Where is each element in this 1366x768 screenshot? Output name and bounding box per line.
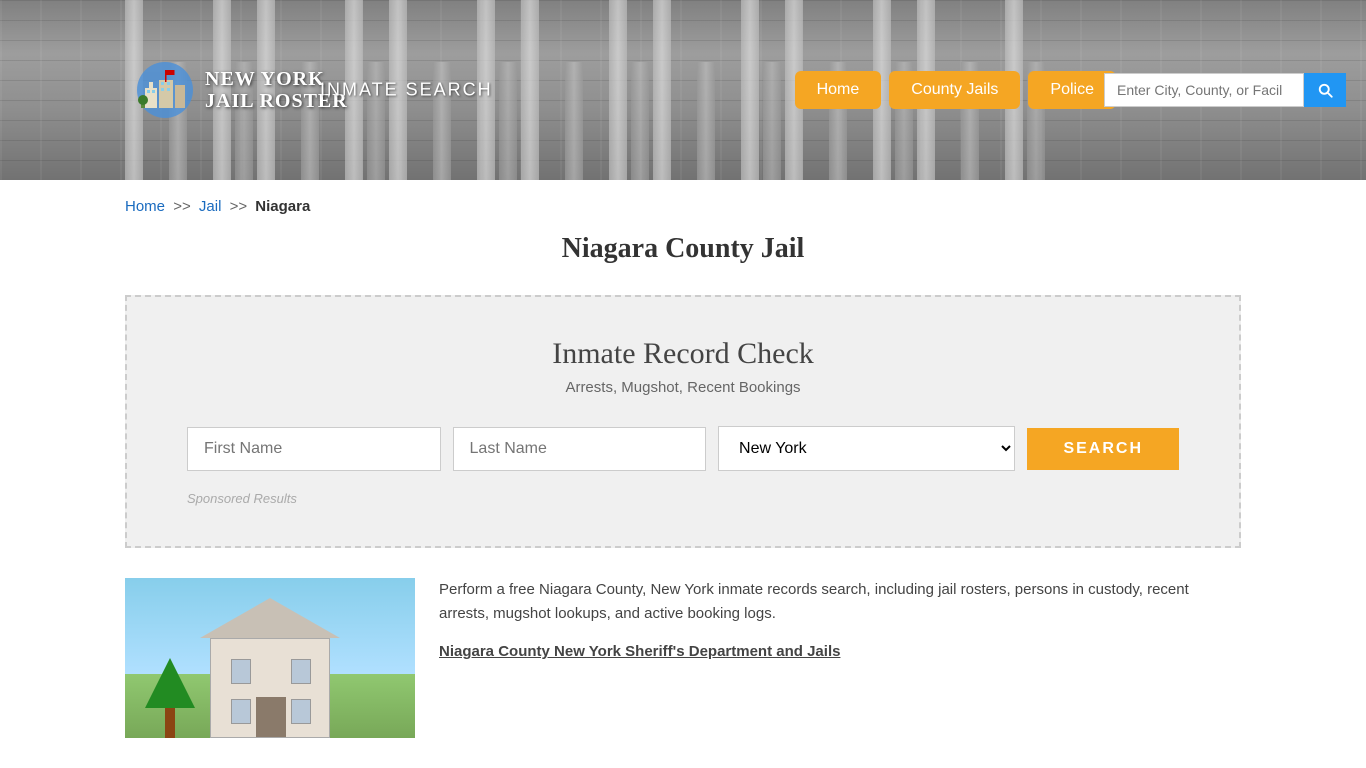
record-check-form: New York Alabama Alaska Arizona Arkansas… bbox=[187, 426, 1179, 471]
header-search-area bbox=[1104, 73, 1346, 107]
header-search-button[interactable] bbox=[1304, 73, 1346, 107]
state-select[interactable]: New York Alabama Alaska Arizona Arkansas… bbox=[718, 426, 1015, 471]
first-name-input[interactable] bbox=[187, 427, 441, 471]
breadcrumb-home-link[interactable]: Home bbox=[125, 198, 165, 215]
breadcrumb-jail-link[interactable]: Jail bbox=[199, 198, 222, 215]
logo-icon bbox=[135, 60, 195, 120]
last-name-input[interactable] bbox=[453, 427, 707, 471]
site-logo[interactable]: NEW YORK JAIL ROSTER bbox=[125, 0, 348, 180]
breadcrumb: Home >> Jail >> Niagara bbox=[0, 180, 1366, 233]
bottom-content-area: Perform a free Niagara County, New York … bbox=[125, 578, 1241, 738]
page-header: NEW YORK JAIL ROSTER INMATE SEARCH Home … bbox=[0, 0, 1366, 180]
breadcrumb-sep-2: >> bbox=[230, 198, 248, 215]
facility-image bbox=[125, 578, 415, 738]
record-check-section: Inmate Record Check Arrests, Mugshot, Re… bbox=[125, 295, 1241, 548]
bottom-subheading: Niagara County New York Sheriff's Depart… bbox=[439, 640, 1241, 664]
header-search-input[interactable] bbox=[1104, 73, 1304, 107]
nav-home-button[interactable]: Home bbox=[795, 71, 882, 109]
record-check-subtitle: Arrests, Mugshot, Recent Bookings bbox=[187, 379, 1179, 396]
bottom-description: Perform a free Niagara County, New York … bbox=[439, 578, 1241, 626]
breadcrumb-current: Niagara bbox=[255, 198, 310, 215]
search-icon bbox=[1316, 81, 1334, 99]
nav-police-button[interactable]: Police bbox=[1028, 71, 1116, 109]
record-check-title: Inmate Record Check bbox=[187, 337, 1179, 371]
main-nav: Home County Jails Police bbox=[795, 71, 1116, 109]
page-title: Niagara County Jail bbox=[0, 233, 1366, 265]
sponsored-results-label: Sponsored Results bbox=[187, 491, 1179, 506]
record-search-button[interactable]: SEARCH bbox=[1027, 428, 1179, 470]
bottom-description-area: Perform a free Niagara County, New York … bbox=[439, 578, 1241, 738]
inmate-search-label: INMATE SEARCH bbox=[320, 80, 493, 101]
building-silhouette bbox=[210, 638, 330, 738]
building-roof bbox=[200, 598, 340, 638]
nav-county-jails-button[interactable]: County Jails bbox=[889, 71, 1020, 109]
breadcrumb-sep-1: >> bbox=[173, 198, 191, 215]
